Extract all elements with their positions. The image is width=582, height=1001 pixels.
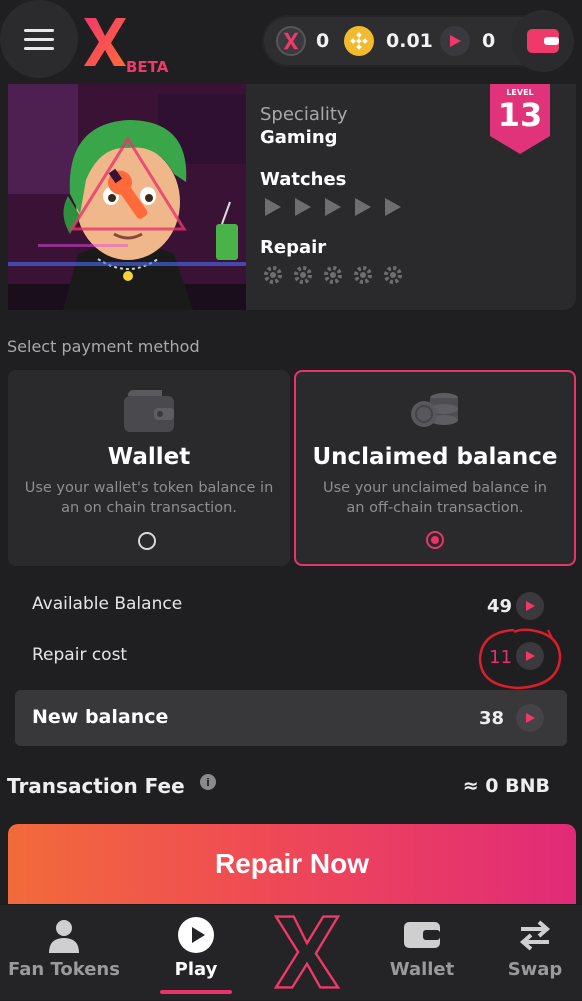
- bottom-navigation: Fan Tokens Play Wallet Swap: [0, 904, 582, 1000]
- annotation-circle: [478, 628, 562, 690]
- play-token-balance: 0: [482, 30, 496, 52]
- watches-indicator: [262, 196, 412, 222]
- bnb-balance: 0.01: [386, 30, 433, 52]
- nft-card: Speciality Gaming Watches Repair LEVEL 1…: [8, 84, 576, 310]
- repair-gear-icon: [384, 266, 402, 284]
- play-token-icon: [516, 704, 544, 732]
- repair-gear-icon: [294, 266, 312, 284]
- x-token-icon: [276, 26, 306, 56]
- wallet-option-title: Wallet: [107, 444, 191, 470]
- nft-avatar-image: [8, 84, 246, 310]
- watch-play-icon: [295, 198, 311, 216]
- transaction-fee-label: Transaction Fee: [7, 774, 185, 798]
- wallet-icon: [402, 917, 442, 953]
- info-icon[interactable]: i: [200, 774, 216, 790]
- hamburger-menu-button[interactable]: [0, 0, 78, 78]
- play-icon: [176, 917, 216, 953]
- swap-icon: [515, 917, 555, 953]
- coins-icon: [411, 393, 458, 427]
- menu-line: [24, 46, 54, 50]
- beta-label: BETA: [126, 58, 169, 76]
- unclaimed-option-title: Unclaimed balance: [312, 444, 558, 470]
- new-balance-label: New balance: [32, 706, 169, 728]
- watch-play-icon: [325, 198, 341, 216]
- watch-play-icon: [355, 198, 371, 216]
- nav-label-wallet: Wallet: [389, 959, 455, 980]
- nav-fan-tokens[interactable]: Fan Tokens: [8, 905, 120, 1001]
- nav-wallet[interactable]: Wallet: [380, 905, 464, 1001]
- user-icon: [44, 917, 84, 953]
- play-token-icon: [440, 26, 470, 56]
- available-balance-value: 49: [486, 596, 512, 617]
- speciality-label: Speciality: [260, 104, 348, 125]
- watches-label: Watches: [260, 169, 347, 190]
- wallet-payment-option[interactable]: Wallet Use your wallet's token balance i…: [8, 370, 290, 566]
- available-balance-label: Available Balance: [32, 594, 183, 614]
- wallet-button[interactable]: [512, 10, 574, 72]
- unclaimed-balance-payment-option[interactable]: Unclaimed balance Use your unclaimed bal…: [294, 370, 576, 566]
- repair-label: Repair: [260, 237, 327, 258]
- transaction-fee-value: ≈ 0 BNB: [462, 775, 550, 797]
- repair-gear-icon: [354, 266, 372, 284]
- bnb-icon: [344, 26, 374, 56]
- repair-now-button[interactable]: Repair Now: [8, 824, 576, 904]
- nav-active-indicator: [160, 990, 232, 994]
- wallet-icon: [124, 390, 174, 432]
- nav-play[interactable]: Play: [150, 905, 242, 1001]
- repair-gear-icon: [264, 266, 282, 284]
- nav-label-play: Play: [174, 959, 218, 980]
- top-header: BETA 0 0.01 0: [0, 0, 582, 82]
- new-balance-value: 38: [478, 708, 504, 729]
- watch-play-icon: [265, 198, 281, 216]
- watch-play-icon: [385, 198, 401, 216]
- level-value: 13: [497, 96, 543, 134]
- menu-line: [24, 37, 54, 41]
- payment-section-label: Select payment method: [7, 337, 200, 356]
- unclaimed-option-description: Use your unclaimed balance in an off-cha…: [323, 480, 547, 516]
- x-logo-icon: [273, 915, 341, 989]
- wallet-icon: [527, 29, 559, 53]
- nav-home-logo[interactable]: [260, 905, 354, 1001]
- nav-label-fan-tokens: Fan Tokens: [8, 959, 120, 980]
- menu-line: [24, 28, 54, 32]
- repair-indicator: [262, 264, 412, 290]
- nav-swap[interactable]: Swap: [494, 905, 576, 1001]
- wallet-radio[interactable]: [138, 532, 156, 550]
- x-logo-icon[interactable]: [82, 16, 128, 68]
- unclaimed-radio[interactable]: [426, 531, 444, 549]
- repair-cost-label: Repair cost: [32, 645, 128, 665]
- nav-label-swap: Swap: [507, 959, 563, 980]
- repair-gear-icon: [324, 266, 342, 284]
- wallet-option-description: Use your wallet's token balance in an on…: [24, 480, 274, 516]
- play-token-icon: [516, 592, 544, 620]
- x-token-balance: 0: [316, 30, 330, 52]
- speciality-value: Gaming: [260, 127, 338, 148]
